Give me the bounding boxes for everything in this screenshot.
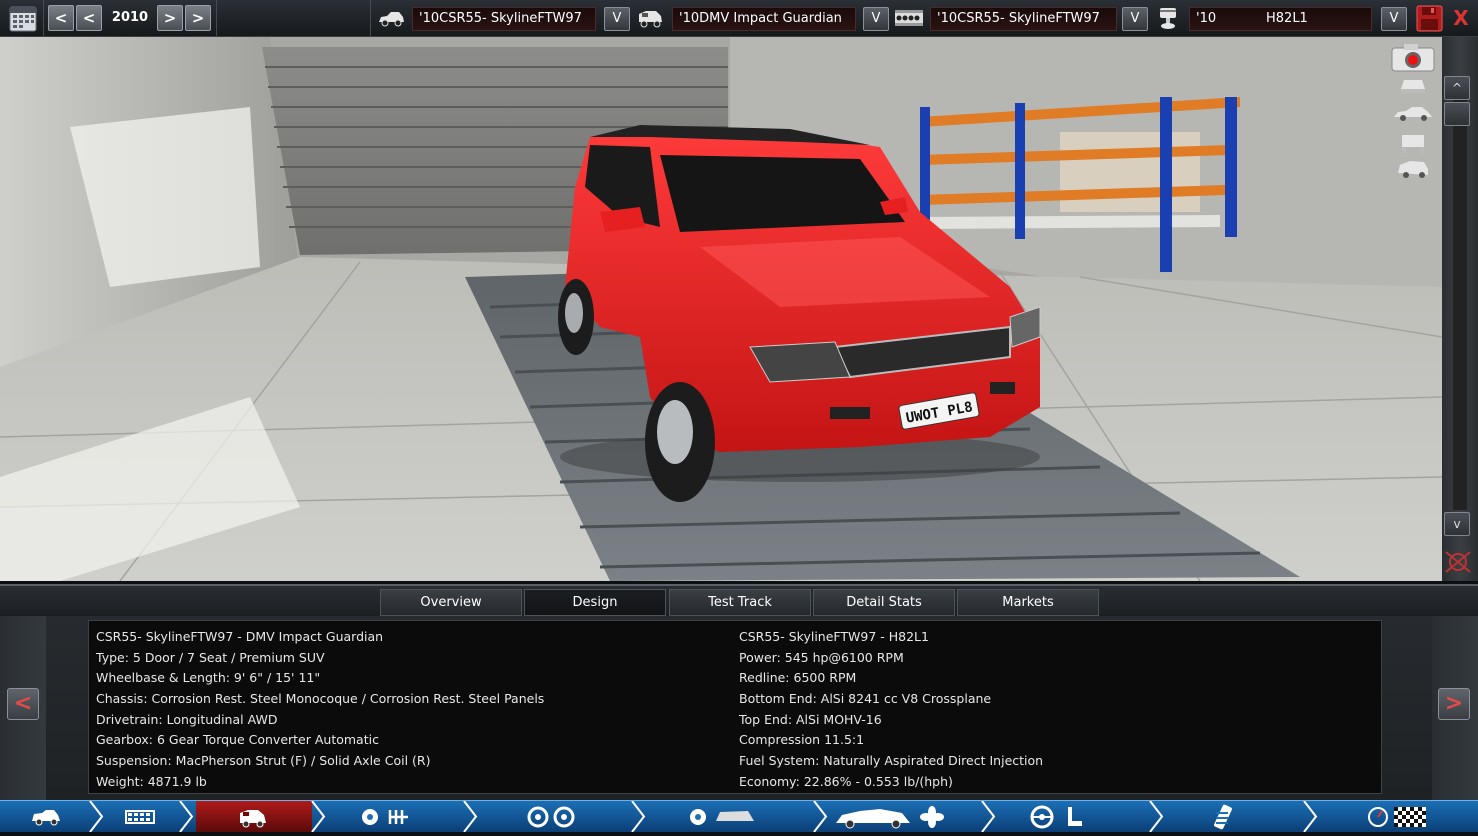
nav-chassis[interactable] bbox=[104, 801, 180, 832]
car-info-suspension: Suspension: MacPherson Strut (F) / Solid… bbox=[96, 753, 431, 769]
year-display: 2010 bbox=[111, 10, 149, 25]
engine-select[interactable]: '10 H82L1 bbox=[1189, 7, 1372, 31]
engine-info-redline: Redline: 6500 RPM bbox=[739, 670, 857, 686]
engine-block-icon bbox=[894, 9, 924, 31]
scroll-thumb[interactable] bbox=[1444, 102, 1470, 126]
year-next-button[interactable]: > bbox=[157, 5, 183, 31]
info-panel: < > CSR55- SkylineFTW97 - DMV Impact Gua… bbox=[0, 616, 1478, 800]
tab-detail-stats[interactable]: Detail Stats bbox=[813, 589, 955, 616]
calendar-icon[interactable] bbox=[9, 4, 37, 36]
info-box: CSR55- SkylineFTW97 - DMV Impact Guardia… bbox=[88, 620, 1382, 794]
year-prev-fast-button[interactable]: < bbox=[48, 5, 74, 31]
tab-test-track[interactable]: Test Track bbox=[669, 589, 811, 616]
engine-info-compression: Compression 11.5:1 bbox=[739, 732, 865, 748]
nav-chevron bbox=[1149, 801, 1164, 832]
garage-scene: UWOT PL8 bbox=[0, 37, 1442, 581]
view-rear-icon[interactable] bbox=[1398, 131, 1428, 159]
engine-family-dropdown-button[interactable]: V bbox=[1122, 7, 1148, 31]
nav-aero-cooling[interactable] bbox=[830, 801, 970, 832]
view-side-icon[interactable] bbox=[1392, 105, 1434, 127]
top-toolbar: < < 2010 > > '10CSR55- SkylineFTW97 V '1… bbox=[0, 0, 1478, 37]
nav-chevron bbox=[981, 801, 996, 832]
engine-info-economy: Economy: 22.86% - 0.553 lb/(hph) bbox=[739, 773, 953, 789]
nav-car-model[interactable] bbox=[0, 801, 90, 832]
nav-chevron bbox=[813, 801, 828, 832]
tab-design[interactable]: Design bbox=[524, 589, 666, 616]
scroll-down-button[interactable]: v bbox=[1444, 512, 1470, 536]
trim-dropdown-button[interactable]: V bbox=[863, 7, 889, 31]
nav-wheels[interactable] bbox=[480, 801, 620, 832]
engine-info-bottom-end: Bottom End: AlSi 8241 cc V8 Crossplane bbox=[739, 691, 992, 707]
year-prev-button[interactable]: < bbox=[76, 5, 102, 31]
view-three-quarter-icon[interactable] bbox=[1394, 157, 1432, 185]
engine-family-select[interactable]: '10CSR55- SkylineFTW97 bbox=[930, 7, 1117, 31]
car-info-wheelbase: Wheelbase & Length: 9' 6" / 15' 11" bbox=[96, 670, 321, 686]
car-trim-icon bbox=[636, 8, 664, 34]
car-info-drivetrain: Drivetrain: Longitudinal AWD bbox=[96, 711, 278, 727]
nav-chevron bbox=[311, 801, 326, 832]
car-info-type: Type: 5 Door / 7 Seat / Premium SUV bbox=[96, 649, 325, 665]
tab-overview[interactable]: Overview bbox=[380, 589, 522, 616]
model-select[interactable]: '10CSR55- SkylineFTW97 bbox=[412, 7, 596, 31]
engine-select-year: '10 bbox=[1196, 11, 1217, 26]
nav-interior[interactable] bbox=[998, 801, 1138, 832]
nav-body[interactable] bbox=[648, 801, 798, 832]
car-info-column: CSR55- SkylineFTW97 - DMV Impact Guardia… bbox=[96, 627, 544, 793]
info-prev-button[interactable]: < bbox=[7, 688, 39, 720]
engine-select-name: H82L1 bbox=[1266, 11, 1308, 26]
car-info-title: CSR55- SkylineFTW97 - DMV Impact Guardia… bbox=[96, 629, 384, 644]
tab-markets[interactable]: Markets bbox=[957, 589, 1099, 616]
car-3d-viewport[interactable]: UWOT PL8 bbox=[0, 37, 1442, 581]
model-dropdown-button[interactable]: V bbox=[604, 7, 630, 31]
info-next-button[interactable]: > bbox=[1438, 688, 1470, 720]
reset-view-icon[interactable] bbox=[1442, 548, 1474, 580]
nav-chevron bbox=[179, 801, 194, 832]
save-icon[interactable] bbox=[1416, 5, 1443, 36]
nav-chevron bbox=[631, 801, 646, 832]
trim-select[interactable]: '10DMV Impact Guardian bbox=[672, 7, 856, 31]
engine-dropdown-button[interactable]: V bbox=[1381, 7, 1407, 31]
car-info-weight: Weight: 4871.9 lb bbox=[96, 773, 207, 789]
engine-piston-icon bbox=[1155, 6, 1181, 34]
engine-info-column: CSR55- SkylineFTW97 - H82L1 Power: 545 h… bbox=[739, 627, 1043, 793]
nav-chevron bbox=[463, 801, 478, 832]
nav-trim[interactable] bbox=[196, 801, 312, 832]
engine-info-top-end: Top End: AlSi MOHV-16 bbox=[739, 711, 882, 727]
nav-finish-testing[interactable] bbox=[1320, 801, 1478, 832]
engine-info-power: Power: 545 hp@6100 RPM bbox=[739, 649, 904, 665]
scroll-track[interactable] bbox=[1453, 100, 1467, 510]
view-front-icon[interactable] bbox=[1398, 75, 1428, 99]
engine-info-fuel-system: Fuel System: Naturally Aspirated Direct … bbox=[739, 753, 1044, 769]
close-button[interactable]: X bbox=[1448, 5, 1474, 31]
camera-icon[interactable] bbox=[1390, 43, 1436, 77]
nav-suspension[interactable] bbox=[1166, 801, 1300, 832]
scroll-up-button[interactable]: ^ bbox=[1444, 76, 1470, 100]
nav-engine-gearbox[interactable] bbox=[328, 801, 460, 832]
year-next-fast-button[interactable]: > bbox=[185, 5, 211, 31]
car-info-chassis: Chassis: Corrosion Rest. Steel Monocoque… bbox=[96, 691, 545, 707]
nav-chevron bbox=[89, 801, 104, 832]
nav-chevron bbox=[1303, 801, 1318, 832]
car-icon bbox=[377, 10, 405, 32]
bottom-nav-bar bbox=[0, 800, 1478, 832]
engine-info-title: CSR55- SkylineFTW97 - H82L1 bbox=[739, 629, 929, 644]
tab-bar: Overview Design Test Track Detail Stats … bbox=[0, 584, 1478, 618]
car-info-gearbox: Gearbox: 6 Gear Torque Converter Automat… bbox=[96, 732, 379, 748]
